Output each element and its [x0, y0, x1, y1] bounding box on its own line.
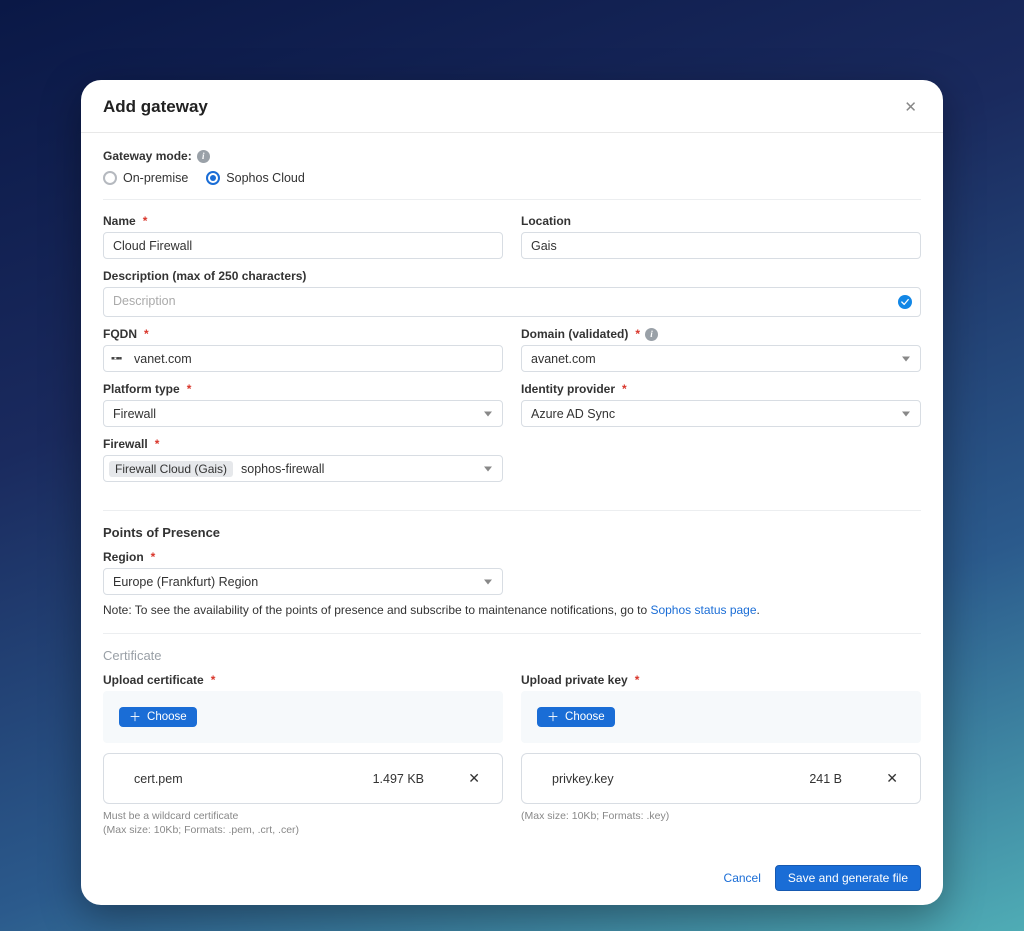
modal-header: Add gateway ✕ — [81, 80, 943, 133]
chevron-down-icon — [484, 579, 492, 584]
certificate-heading: Certificate — [103, 648, 921, 663]
required-icon: * — [187, 382, 192, 396]
gateway-mode-label: Gateway mode: i — [103, 149, 210, 163]
chevron-down-icon — [902, 356, 910, 361]
cert-file-name: cert.pem — [118, 772, 373, 786]
location-input[interactable]: Gais — [521, 232, 921, 259]
description-label: Description (max of 250 characters) — [103, 269, 921, 283]
upload-cert-label: Upload certificate* — [103, 673, 503, 687]
fqdn-label: FQDN* — [103, 327, 503, 341]
modal-body: Gateway mode: i On-premise Sophos Cloud … — [81, 133, 943, 857]
cancel-button[interactable]: Cancel — [724, 871, 761, 885]
name-input[interactable]: Cloud Firewall — [103, 232, 503, 259]
upload-key-zone: ＋ Choose — [521, 691, 921, 743]
firewall-tag[interactable]: Firewall Cloud (Gais) — [109, 461, 233, 477]
radio-on-premise-label: On-premise — [123, 171, 188, 185]
upload-cert-zone: ＋ Choose — [103, 691, 503, 743]
description-placeholder: Description — [113, 294, 886, 308]
region-label: Region* — [103, 550, 503, 564]
radio-sophos-cloud-label: Sophos Cloud — [226, 171, 305, 185]
remove-cert-icon[interactable]: ✕ — [464, 770, 488, 787]
required-icon: * — [622, 382, 627, 396]
firewall-extra-text: sophos-firewall — [241, 462, 324, 476]
radio-on-premise[interactable]: On-premise — [103, 171, 188, 185]
pop-note: Note: To see the availability of the poi… — [103, 603, 921, 617]
required-icon: * — [143, 214, 148, 228]
radio-sophos-cloud-indicator — [206, 171, 220, 185]
key-file-card: privkey.key 241 B ✕ — [521, 753, 921, 804]
gateway-mode-label-text: Gateway mode: — [103, 149, 192, 163]
location-label: Location — [521, 214, 921, 228]
remove-key-icon[interactable]: ✕ — [882, 770, 906, 787]
choose-key-button[interactable]: ＋ Choose — [537, 707, 615, 727]
gateway-mode-radios: On-premise Sophos Cloud — [103, 171, 921, 185]
required-icon: * — [635, 673, 640, 687]
upload-key-label: Upload private key* — [521, 673, 921, 687]
description-input[interactable]: Description — [103, 287, 921, 317]
radio-on-premise-indicator — [103, 171, 117, 185]
divider — [103, 199, 921, 200]
key-hint: (Max size: 10Kb; Formats: .key) — [521, 809, 921, 823]
firewall-select[interactable]: Firewall Cloud (Gais) sophos-firewall — [103, 455, 503, 482]
required-icon: * — [155, 437, 160, 451]
plus-icon: ＋ — [129, 711, 141, 723]
info-icon[interactable]: i — [197, 150, 210, 163]
pop-heading: Points of Presence — [103, 525, 921, 540]
chevron-down-icon — [902, 411, 910, 416]
domain-label: Domain (validated)* i — [521, 327, 921, 341]
required-icon: * — [635, 327, 640, 341]
required-icon: * — [151, 550, 156, 564]
divider — [103, 510, 921, 511]
save-generate-button[interactable]: Save and generate file — [775, 865, 921, 891]
cert-file-size: 1.497 KB — [373, 772, 464, 786]
name-label: Name* — [103, 214, 503, 228]
required-icon: * — [144, 327, 149, 341]
platform-type-label: Platform type* — [103, 382, 503, 396]
cert-file-card: cert.pem 1.497 KB ✕ — [103, 753, 503, 804]
domain-select[interactable]: avanet.com — [521, 345, 921, 372]
info-icon[interactable]: i — [645, 328, 658, 341]
modal-title: Add gateway — [103, 97, 208, 117]
chevron-down-icon — [484, 411, 492, 416]
close-icon[interactable]: ✕ — [900, 96, 921, 118]
check-icon — [898, 295, 912, 309]
chevron-down-icon — [484, 466, 492, 471]
identity-provider-label: Identity provider* — [521, 382, 921, 396]
platform-type-select[interactable]: Firewall — [103, 400, 503, 427]
add-gateway-modal: Add gateway ✕ Gateway mode: i On-premise… — [81, 80, 943, 905]
divider — [103, 633, 921, 634]
identity-provider-select[interactable]: Azure AD Sync — [521, 400, 921, 427]
status-page-link[interactable]: Sophos status page — [650, 603, 756, 617]
plus-icon: ＋ — [547, 711, 559, 723]
mask-icon: ▪▫▪▪ — [111, 353, 121, 364]
fqdn-input[interactable]: vanet.com — [103, 345, 503, 372]
key-file-name: privkey.key — [536, 772, 809, 786]
radio-sophos-cloud[interactable]: Sophos Cloud — [206, 171, 305, 185]
key-file-size: 241 B — [809, 772, 882, 786]
required-icon: * — [211, 673, 216, 687]
gateway-mode-section: Gateway mode: i On-premise Sophos Cloud — [103, 149, 921, 185]
firewall-label: Firewall* — [103, 437, 503, 451]
region-select[interactable]: Europe (Frankfurt) Region — [103, 568, 503, 595]
modal-footer: Cancel Save and generate file — [81, 857, 943, 905]
cert-hint: Must be a wildcard certificate (Max size… — [103, 809, 503, 837]
choose-cert-button[interactable]: ＋ Choose — [119, 707, 197, 727]
